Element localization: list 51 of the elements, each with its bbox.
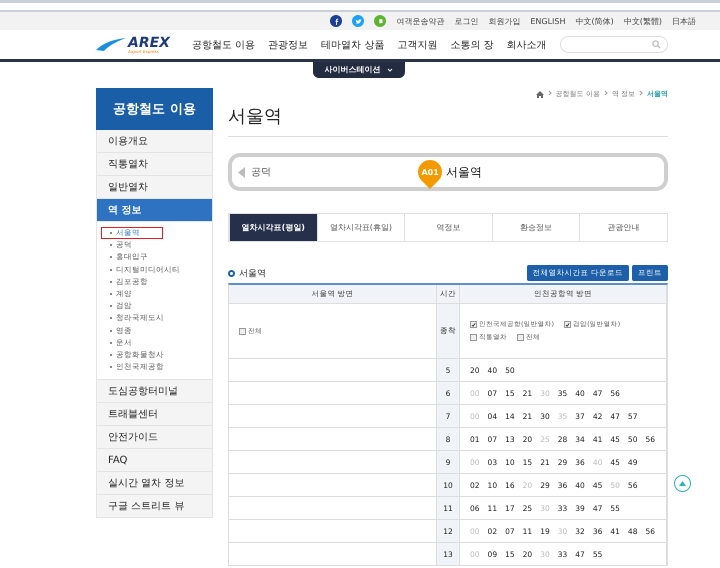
sidebar-item[interactable]: 직통열차 [96, 153, 213, 176]
top-link[interactable]: 日本語 [672, 16, 696, 26]
sidebar-item[interactable]: FAQ [96, 449, 213, 472]
top-link[interactable]: 로그인 [454, 16, 478, 26]
top-link[interactable]: 中文(简体) [576, 16, 614, 26]
home-icon[interactable] [536, 90, 544, 98]
nav-link[interactable]: 공항철도 이용 [192, 38, 256, 52]
tab[interactable]: 열차시각표(평일) [229, 214, 317, 241]
page-title: 서울역 [228, 100, 668, 137]
top-link[interactable]: ENGLISH [530, 16, 566, 26]
chevron-right-icon [548, 90, 552, 96]
search-field[interactable] [560, 36, 668, 53]
checkbox[interactable] [517, 334, 524, 341]
top-link[interactable]: 中文(繁體) [624, 16, 662, 26]
checkbox[interactable] [470, 321, 477, 328]
nav-link[interactable]: 고객지원 [397, 38, 438, 52]
top-link[interactable]: 회원가입 [488, 16, 520, 26]
sidebar-item[interactable]: 트래블센터 [96, 403, 213, 426]
sidebar-item[interactable]: 안전가이드 [96, 426, 213, 450]
sidebar-item[interactable]: 일반열차 [96, 176, 213, 199]
tab[interactable]: 환승정보 [492, 214, 580, 241]
sidebar-item[interactable]: 역 정보 [96, 199, 213, 222]
nav-link[interactable]: 회사소개 [506, 38, 547, 52]
previous-station-name: 공덕 [251, 166, 271, 179]
nav-link[interactable]: 소통의 장 [450, 38, 494, 52]
nav-link[interactable]: 테마열차 상품 [321, 38, 384, 52]
sidebar-item[interactable]: 실시간 열차 정보 [96, 472, 213, 496]
twitter-icon[interactable] [352, 15, 364, 27]
top-link[interactable]: 여객운송약관 [396, 16, 444, 26]
chevron-right-icon [639, 90, 643, 96]
checkbox[interactable] [470, 334, 477, 341]
chevron-right-icon [604, 90, 608, 96]
checkbox[interactable] [564, 321, 572, 328]
swoosh-icon [96, 38, 126, 52]
facebook-icon[interactable] [330, 15, 342, 27]
triangle-up-icon [679, 481, 686, 486]
search-icon[interactable] [652, 40, 661, 49]
sidebar-title: 공항철도 이용 [96, 88, 213, 130]
scroll-top-button[interactable] [674, 475, 691, 492]
section-title: 서울역 [228, 266, 266, 280]
sidebar-item[interactable]: 도심공항터미널 [96, 380, 213, 404]
station-name: 서울역 [446, 164, 482, 180]
previous-station-link[interactable]: 공덕 [238, 165, 271, 179]
triangle-left-icon [238, 166, 245, 178]
nav-link[interactable]: 관광정보 [268, 38, 308, 52]
dropdown-tab[interactable]: 사이버스테이션 [312, 62, 404, 78]
blog-icon[interactable] [374, 15, 386, 27]
sidebar-item[interactable]: 구글 스트리트 뷰 [96, 495, 213, 518]
chevron-down-icon [386, 68, 392, 72]
checkbox[interactable] [239, 328, 246, 334]
sidebar-item[interactable]: 이용개요 [96, 130, 213, 153]
